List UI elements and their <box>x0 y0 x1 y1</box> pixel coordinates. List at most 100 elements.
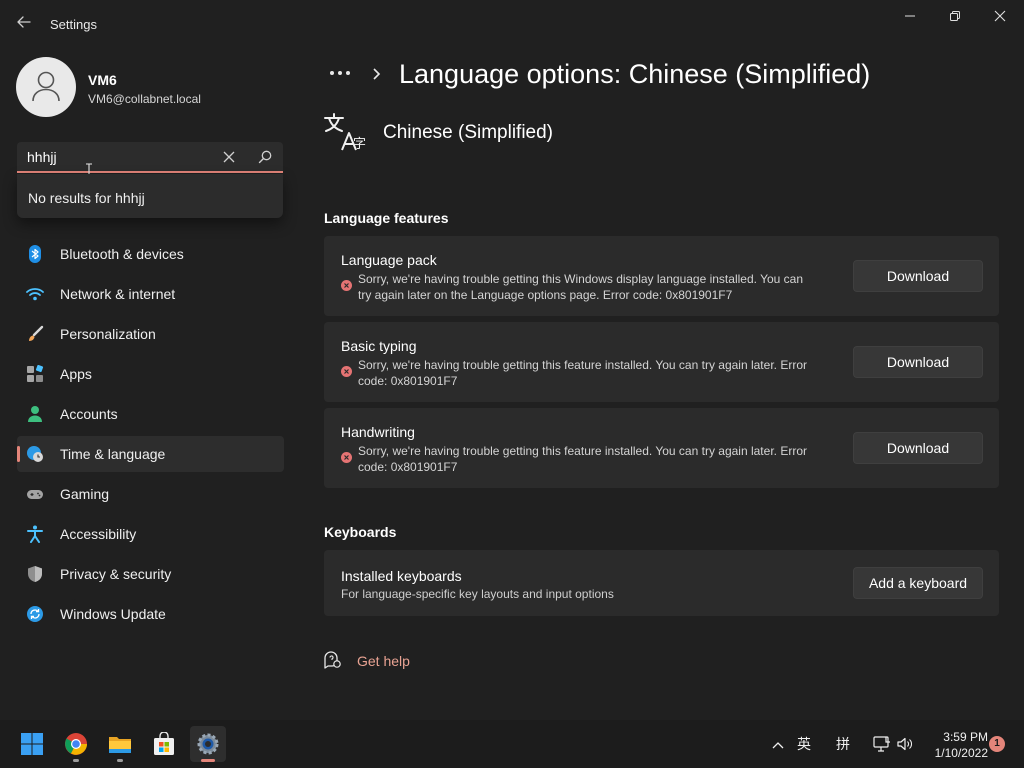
sidebar-item-label: Personalization <box>60 326 156 342</box>
sidebar-item-time-language[interactable]: Time & language <box>17 436 284 472</box>
taskbar-file-explorer[interactable] <box>102 726 138 762</box>
network-icon <box>873 736 890 752</box>
sidebar-item-label: Time & language <box>60 446 166 462</box>
start-button[interactable] <box>14 726 50 762</box>
brush-icon <box>29 325 44 341</box>
sidebar-item-label: Windows Update <box>60 606 166 622</box>
error-icon <box>341 452 352 463</box>
language-name: Chinese (Simplified) <box>383 122 554 143</box>
get-help-icon <box>324 651 341 669</box>
store-icon <box>154 732 174 755</box>
keyboards-title: Installed keyboards <box>341 568 462 584</box>
more-breadcrumb-icon[interactable] <box>328 66 352 80</box>
sidebar-item-label: Accounts <box>60 406 118 422</box>
restore-button[interactable] <box>933 6 977 28</box>
globe-clock-icon <box>27 446 43 462</box>
shield-icon <box>28 566 42 582</box>
notification-badge[interactable]: 1 <box>989 736 1005 752</box>
error-icon <box>341 280 352 291</box>
user-email: VM6@collabnet.local <box>88 92 201 106</box>
clock-date: 1/10/2022 <box>934 746 988 760</box>
running-indicator <box>73 759 79 762</box>
no-results-message: No results for hhhjj <box>28 190 145 206</box>
sidebar-item-label: Network & internet <box>60 286 176 302</box>
accessibility-icon <box>27 525 43 543</box>
language-icon: 字 <box>324 113 366 152</box>
download-button[interactable]: Download <box>853 346 983 378</box>
feature-title: Basic typing <box>341 338 417 354</box>
feature-error-message: Sorry, we're having trouble getting this… <box>358 358 807 388</box>
search-input[interactable] <box>27 148 217 166</box>
search-results-popup: No results for hhhjj <box>17 174 283 218</box>
arrow-left-icon <box>17 16 31 28</box>
ime-mode-indicator[interactable]: 拼 <box>836 720 856 768</box>
chevron-right-icon <box>373 68 381 80</box>
file-explorer-icon <box>109 737 131 753</box>
ime-language-indicator[interactable]: 英 <box>797 720 817 768</box>
avatar <box>16 57 76 117</box>
search-box[interactable] <box>17 142 283 173</box>
sidebar-item-bluetooth[interactable]: Bluetooth & devices <box>17 236 284 272</box>
download-button[interactable]: Download <box>853 260 983 292</box>
feature-card-basic-typing: Basic typing Sorry, we're having trouble… <box>324 322 999 402</box>
sidebar-item-label: Apps <box>60 366 92 382</box>
sidebar-item-windows-update[interactable]: Windows Update <box>17 596 284 632</box>
get-help-link[interactable]: Get help <box>357 653 410 669</box>
clock-time: 3:59 PM <box>943 730 988 744</box>
network-volume-button[interactable] <box>872 720 912 768</box>
taskbar: 英 拼 3:59 PM 1/10/2022 1 <box>0 720 1024 768</box>
installed-keyboards-card: Installed keyboards For language-specifi… <box>324 550 999 616</box>
sidebar-item-gaming[interactable]: Gaming <box>17 476 284 512</box>
chrome-icon <box>65 733 87 755</box>
clear-search-icon[interactable] <box>222 150 236 164</box>
add-keyboard-button[interactable]: Add a keyboard <box>853 567 983 599</box>
active-indicator <box>17 446 20 462</box>
update-icon <box>27 606 43 622</box>
apps-icon <box>27 365 44 382</box>
volume-icon <box>897 737 912 751</box>
settings-icon <box>197 733 219 755</box>
back-button[interactable] <box>12 10 36 34</box>
running-indicator <box>201 759 215 762</box>
search-icon[interactable] <box>257 149 273 165</box>
section-keyboards: Keyboards <box>324 524 397 540</box>
sidebar-item-label: Privacy & security <box>60 566 172 582</box>
feature-card-language-pack: Language pack Sorry, we're having troubl… <box>324 236 999 316</box>
feature-error-message: Sorry, we're having trouble getting this… <box>358 444 807 474</box>
chevron-up-icon <box>772 742 784 749</box>
download-button[interactable]: Download <box>853 432 983 464</box>
bluetooth-icon <box>29 245 41 263</box>
taskbar-chrome[interactable] <box>58 726 94 762</box>
wifi-icon <box>26 288 44 301</box>
start-icon <box>21 733 43 755</box>
feature-card-handwriting: Handwriting Sorry, we're having trouble … <box>324 408 999 488</box>
sidebar-item-personalization[interactable]: Personalization <box>17 316 284 352</box>
minimize-icon <box>905 15 915 17</box>
close-button[interactable] <box>978 6 1022 28</box>
taskbar-settings[interactable] <box>190 726 226 762</box>
show-hidden-icons-button[interactable] <box>770 720 786 768</box>
sidebar-item-label: Gaming <box>60 486 110 502</box>
error-icon <box>341 366 352 377</box>
svg-text:字: 字 <box>353 137 366 152</box>
sidebar-item-label: Bluetooth & devices <box>60 246 184 262</box>
sidebar-item-accounts[interactable]: Accounts <box>17 396 284 432</box>
clock[interactable]: 3:59 PM 1/10/2022 <box>922 729 988 761</box>
section-language-features: Language features <box>324 210 449 226</box>
user-name: VM6 <box>88 72 117 88</box>
sidebar-item-label: Accessibility <box>60 526 137 542</box>
minimize-button[interactable] <box>888 6 932 28</box>
sidebar-item-network[interactable]: Network & internet <box>17 276 284 312</box>
close-icon <box>994 10 1006 22</box>
page-title: Language options: Chinese (Simplified) <box>399 59 871 89</box>
feature-error-message: Sorry, we're having trouble getting this… <box>358 272 804 302</box>
app-title: Settings <box>50 17 97 32</box>
keyboards-subtitle: For language-specific key layouts and in… <box>341 587 614 601</box>
sidebar-item-privacy[interactable]: Privacy & security <box>17 556 284 592</box>
sidebar-item-accessibility[interactable]: Accessibility <box>17 516 284 552</box>
sidebar-item-apps[interactable]: Apps <box>17 356 284 392</box>
feature-title: Language pack <box>341 252 437 268</box>
title-bar: Settings <box>0 0 1024 48</box>
person-icon <box>32 71 60 102</box>
taskbar-store[interactable] <box>146 726 182 762</box>
